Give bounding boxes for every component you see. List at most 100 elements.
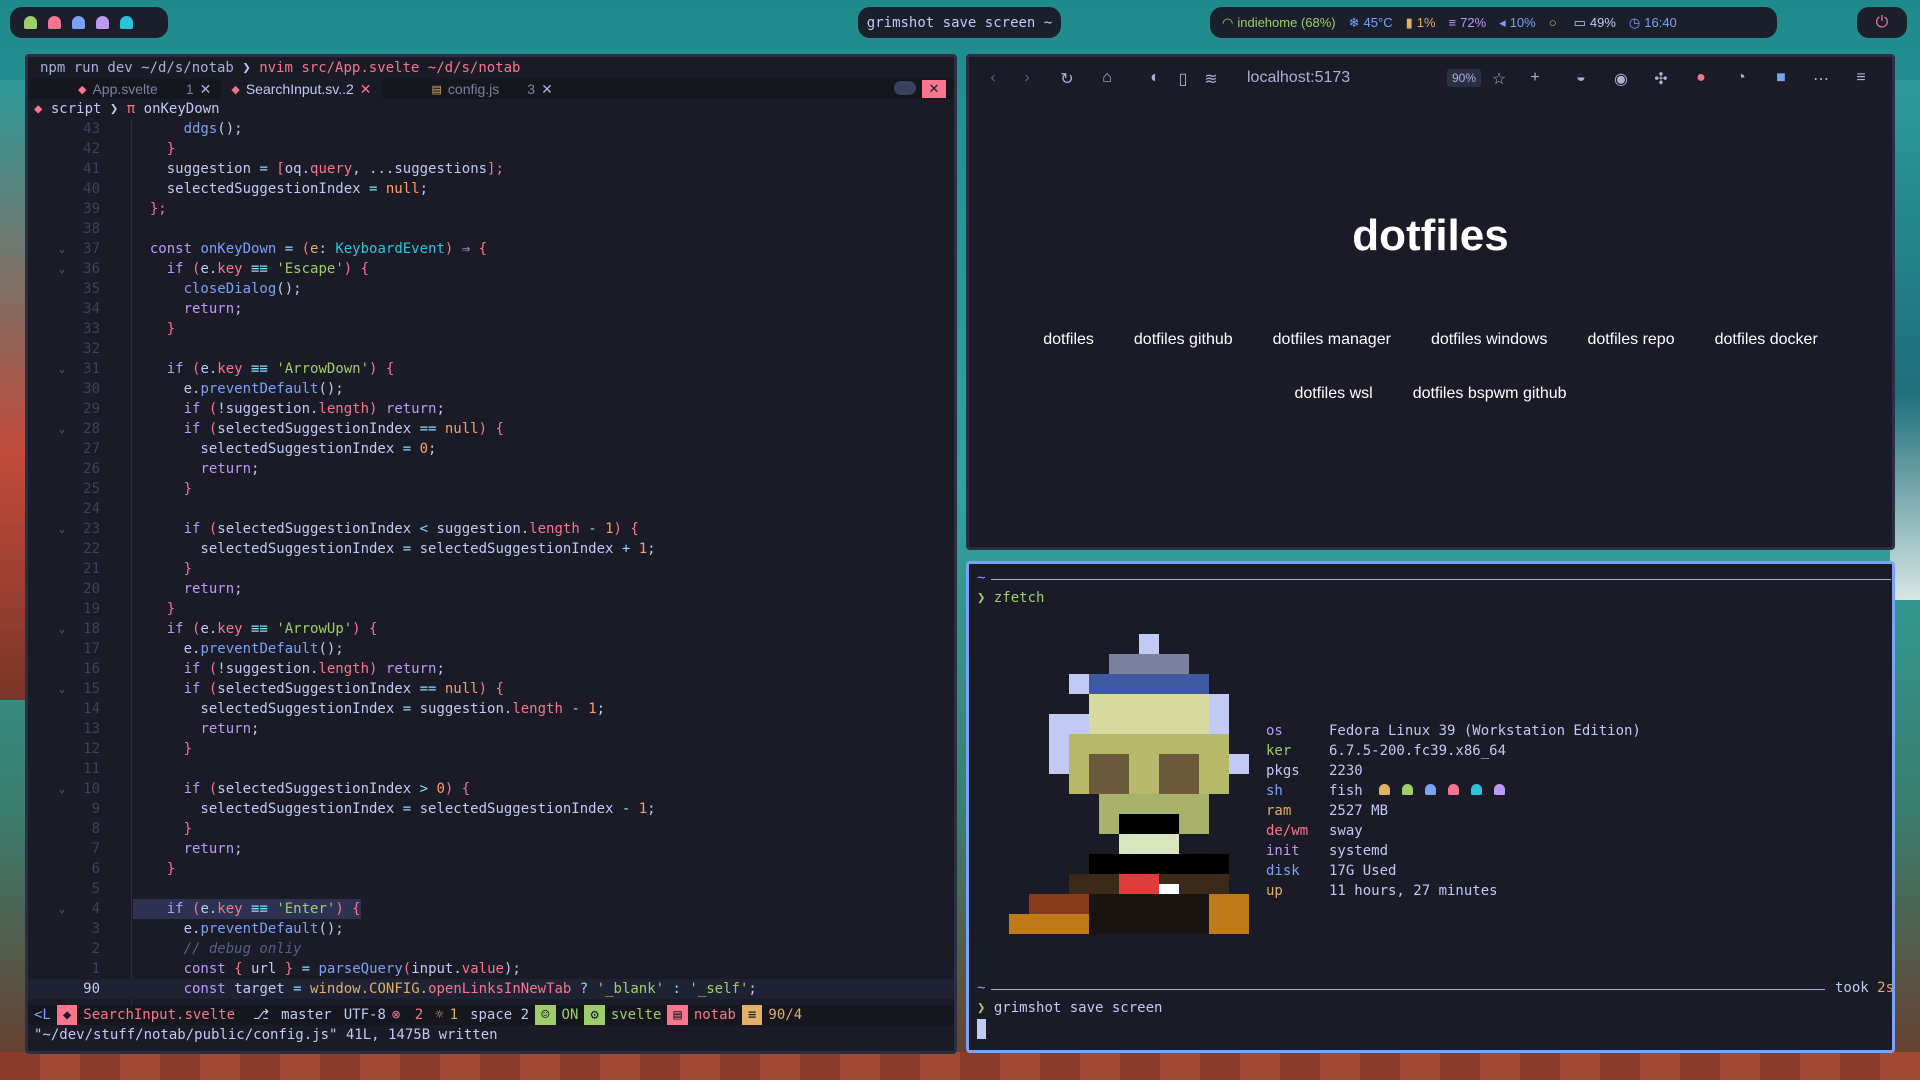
shield-icon[interactable]: ◐ — [1145, 69, 1165, 87]
code-line[interactable]: 38 — [28, 219, 954, 239]
workspace-3-icon[interactable] — [72, 16, 85, 29]
code-line[interactable]: 5 — [28, 879, 954, 899]
search-link[interactable]: dotfiles github — [1134, 313, 1233, 367]
new-tab-icon[interactable]: + — [1525, 69, 1545, 87]
pocket-icon[interactable]: ◒ — [1571, 69, 1591, 87]
search-link[interactable]: dotfiles wsl — [1294, 367, 1372, 421]
tab-app-svelte[interactable]: ◆ App.svelte 1 ✕ — [68, 79, 221, 99]
code-line[interactable]: 41 suggestion = [oq.query, ...suggestion… — [28, 159, 954, 179]
fold-chevron-icon[interactable]: ⌄ — [52, 779, 72, 799]
search-link[interactable]: dotfiles manager — [1273, 313, 1391, 367]
code-line[interactable]: 17 e.preventDefault(); — [28, 639, 954, 659]
bookmark-star-icon[interactable]: ☆ — [1489, 69, 1509, 89]
power-button[interactable]: ⏻ — [1857, 7, 1907, 38]
status-clock[interactable]: ◷ 16:40 — [1629, 15, 1677, 31]
code-line[interactable]: 27 selectedSuggestionIndex = 0; — [28, 439, 954, 459]
code-line[interactable]: 90 const target = window.CONFIG.openLink… — [28, 979, 954, 999]
code-line[interactable]: 29 if (!suggestion.length) return; — [28, 399, 954, 419]
code-line[interactable]: 42 } — [28, 139, 954, 159]
extensions-icon[interactable]: ✣ — [1651, 69, 1671, 89]
fold-chevron-icon[interactable]: ⌄ — [52, 519, 72, 539]
fold-chevron-icon[interactable]: ⌄ — [52, 419, 72, 439]
status-cpu[interactable]: ▮ 1% — [1406, 15, 1436, 31]
home-icon[interactable]: ⌂ — [1097, 69, 1117, 87]
code-line[interactable]: 19 } — [28, 599, 954, 619]
code-line[interactable]: 23 ⌄ if (selectedSuggestionIndex < sugges… — [28, 519, 954, 539]
workspace-1-icon[interactable] — [24, 16, 37, 29]
code-line[interactable]: 30 e.preventDefault(); — [28, 379, 954, 399]
code-line[interactable]: 20 return; — [28, 579, 954, 599]
code-line[interactable]: 3 e.preventDefault(); — [28, 919, 954, 939]
code-line[interactable]: 35 closeDialog(); — [28, 279, 954, 299]
back-icon[interactable]: ‹ — [983, 69, 1003, 87]
account-icon[interactable]: ◉ — [1611, 69, 1631, 89]
code-line[interactable]: 39 }; — [28, 199, 954, 219]
menu-icon[interactable]: ≡ — [1851, 69, 1871, 87]
code-line[interactable]: 2 // debug onliy — [28, 939, 954, 959]
search-link[interactable]: dotfiles docker — [1715, 313, 1818, 367]
close-tab-icon[interactable]: ✕ — [541, 81, 553, 98]
code-line[interactable]: 25 } — [28, 479, 954, 499]
fold-chevron-icon[interactable]: ⌄ — [52, 899, 72, 919]
code-line[interactable]: 33 } — [28, 319, 954, 339]
code-line[interactable]: 32 — [28, 339, 954, 359]
editor-window[interactable]: npm run dev ~/d/s/notab ❯ nvim src/App.s… — [25, 54, 957, 1054]
dark-reader-icon[interactable]: ◔ — [1731, 69, 1751, 87]
code-line[interactable]: 13 return; — [28, 719, 954, 739]
workspace-2-icon[interactable] — [48, 16, 61, 29]
fold-chevron-icon[interactable]: ⌄ — [52, 259, 72, 279]
code-line[interactable]: 4 ⌄ if (e.key ≡≡ 'Enter') { — [28, 899, 954, 919]
fold-chevron-icon[interactable]: ⌄ — [52, 619, 72, 639]
url-bar[interactable]: localhost:5173 — [1247, 69, 1350, 87]
fold-chevron-icon[interactable]: ⌄ — [52, 239, 72, 259]
permissions-icon[interactable]: ≋ — [1201, 69, 1221, 89]
terminal-window[interactable]: ~ ❯ zfetch os Fedora Linux 39 (Workstatio… — [966, 561, 1895, 1053]
ublock-icon[interactable]: ● — [1691, 69, 1711, 87]
code-line[interactable]: 11 — [28, 759, 954, 779]
workspace-4-icon[interactable] — [96, 16, 109, 29]
fold-chevron-icon[interactable]: ⌄ — [52, 359, 72, 379]
code-line[interactable]: 15 ⌄ if (selectedSuggestionIndex == null)… — [28, 679, 954, 699]
code-line[interactable]: 10 ⌄ if (selectedSuggestionIndex > 0) { — [28, 779, 954, 799]
code-line[interactable]: 22 selectedSuggestionIndex = selectedSug… — [28, 539, 954, 559]
code-line[interactable]: 6 } — [28, 859, 954, 879]
code-line[interactable]: 36 ⌄ if (e.key ≡≡ 'Escape') { — [28, 259, 954, 279]
search-link[interactable]: dotfiles — [1043, 313, 1094, 367]
code-area[interactable]: 43 ddgs(); 42 } 41 suggestion = [oq.query,… — [28, 119, 954, 1009]
page-icon[interactable]: ▯ — [1173, 69, 1193, 89]
browser-window[interactable]: ‹ › ↻ ⌂ ◐ ▯ ≋ localhost:5173 90% ☆ + ◒ ◉… — [966, 54, 1895, 550]
status-idle[interactable]: ○ — [1549, 15, 1561, 30]
more-icon[interactable]: ⋯ — [1811, 69, 1831, 89]
close-tab-icon[interactable]: ✕ — [360, 81, 372, 98]
code-line[interactable]: 14 selectedSuggestionIndex = suggestion.… — [28, 699, 954, 719]
toggle-icon[interactable] — [894, 81, 916, 95]
code-line[interactable]: 34 return; — [28, 299, 954, 319]
status-temperature[interactable]: ❄ 45°C — [1349, 15, 1393, 31]
workspace-5-icon[interactable] — [120, 16, 133, 29]
code-line[interactable]: 18 ⌄ if (e.key ≡≡ 'ArrowUp') { — [28, 619, 954, 639]
code-line[interactable]: 31 ⌄ if (e.key ≡≡ 'ArrowDown') { — [28, 359, 954, 379]
code-line[interactable]: 8 } — [28, 819, 954, 839]
code-line[interactable]: 26 return; — [28, 459, 954, 479]
code-line[interactable]: 7 return; — [28, 839, 954, 859]
close-icon[interactable]: ✕ — [922, 80, 946, 98]
code-line[interactable]: 37 ⌄ const onKeyDown = (e: KeyboardEvent)… — [28, 239, 954, 259]
code-line[interactable]: 1 const { url } = parseQuery(input.value… — [28, 959, 954, 979]
forward-icon[interactable]: › — [1017, 69, 1037, 87]
search-link[interactable]: dotfiles windows — [1431, 313, 1548, 367]
code-line[interactable]: 43 ddgs(); — [28, 119, 954, 139]
status-battery[interactable]: ▭ 49% — [1574, 15, 1616, 31]
search-link[interactable]: dotfiles repo — [1587, 313, 1674, 367]
code-line[interactable]: 40 selectedSuggestionIndex = null; — [28, 179, 954, 199]
code-line[interactable]: 16 if (!suggestion.length) return; — [28, 659, 954, 679]
status-volume[interactable]: ◂ 10% — [1499, 15, 1536, 31]
code-line[interactable]: 21 } — [28, 559, 954, 579]
breadcrumb-function[interactable]: onKeyDown — [144, 101, 220, 117]
tab-config-js[interactable]: ▤ config.js 3 ✕ — [422, 79, 563, 99]
code-line[interactable]: 28 ⌄ if (selectedSuggestionIndex == null)… — [28, 419, 954, 439]
code-line[interactable]: 24 — [28, 499, 954, 519]
reload-icon[interactable]: ↻ — [1057, 69, 1077, 89]
tab-searchinput-sv-2[interactable]: ◆ SearchInput.sv..2 ✕ — [221, 79, 382, 99]
bitwarden-icon[interactable]: ■ — [1771, 69, 1791, 87]
status-memory[interactable]: ≡ 72% — [1449, 15, 1487, 30]
